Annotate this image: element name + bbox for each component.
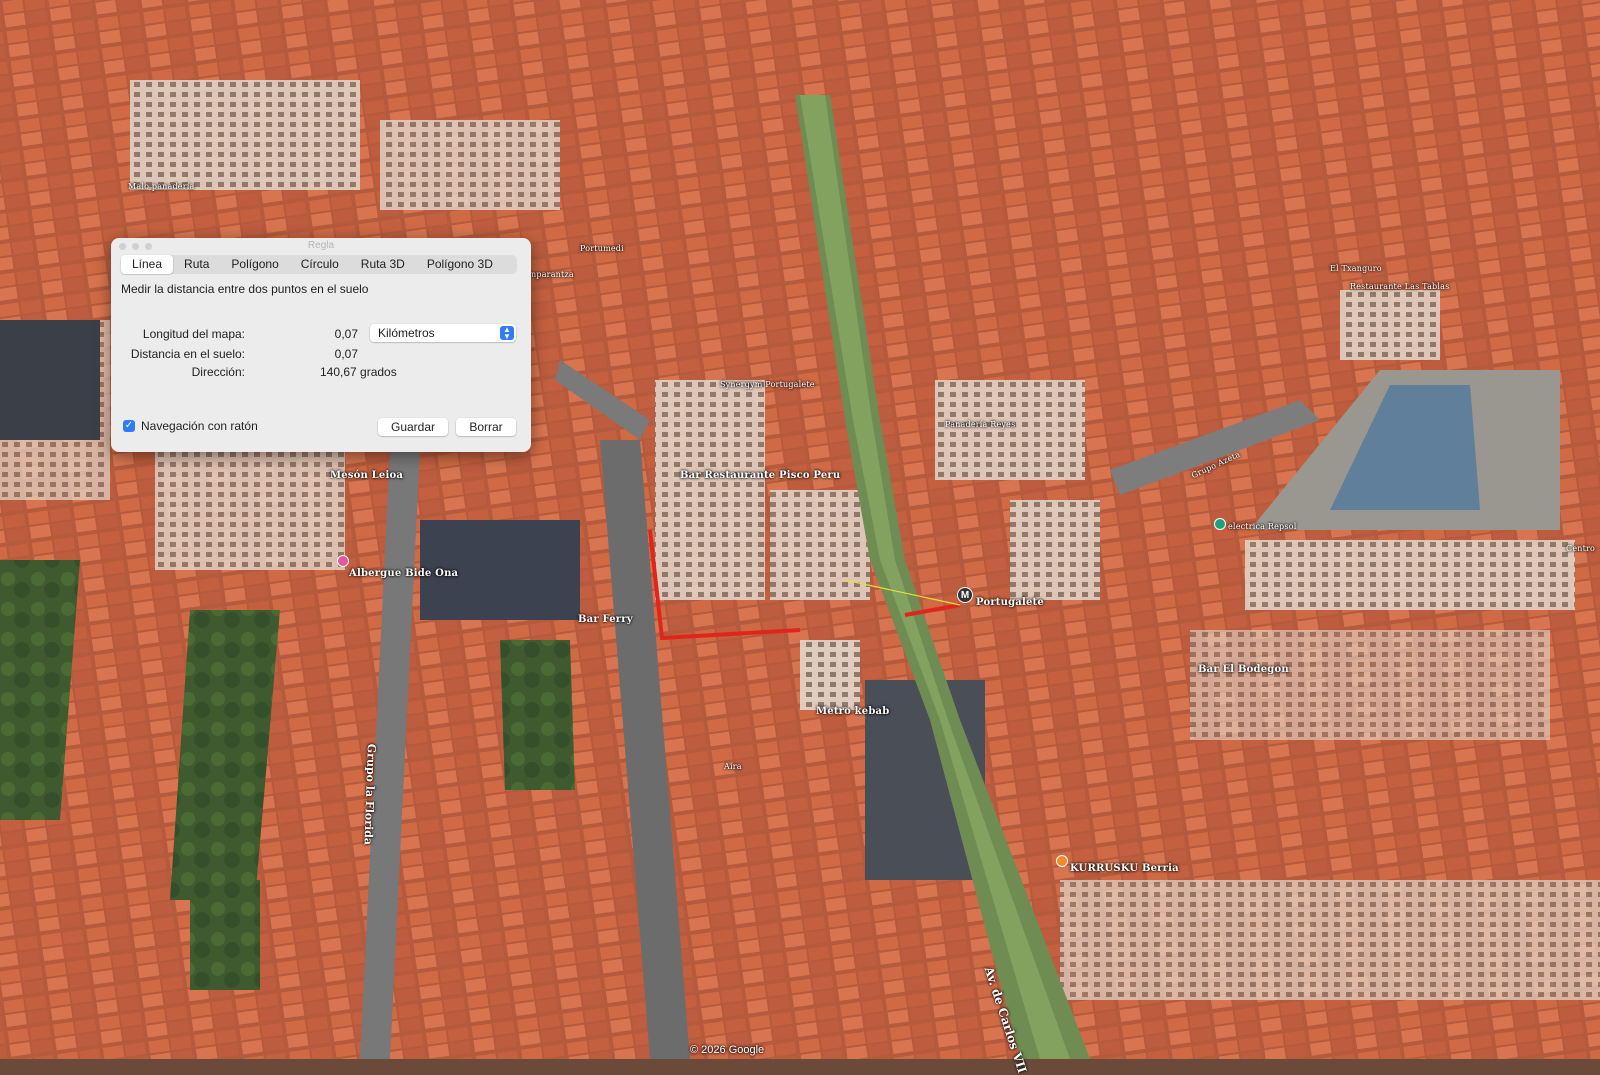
place-label-bodegon[interactable]: Bar El Bodegon xyxy=(1198,664,1289,675)
place-label-malo-panaderia[interactable]: Malo panadería xyxy=(128,182,195,191)
place-label-portugalete[interactable]: Portugalete xyxy=(976,597,1044,608)
save-button[interactable]: Guardar xyxy=(378,418,448,436)
heading-value: 140,67 grados xyxy=(320,365,397,379)
place-label-portumedi[interactable]: Portumedi xyxy=(580,244,624,253)
place-label-centro[interactable]: Centro xyxy=(1566,544,1595,553)
mouse-navigation-label: Navegación con ratón xyxy=(141,419,258,433)
place-label-meson-leioa[interactable]: Mesón Leioa xyxy=(330,470,403,481)
place-label-bar-ferry[interactable]: Bar Ferry xyxy=(578,614,633,625)
title-bar[interactable]: Regla xyxy=(111,238,531,255)
place-label-metro-kebab[interactable]: Metro kebab xyxy=(816,706,889,717)
tab-ruta-3d[interactable]: Ruta 3D xyxy=(350,255,416,274)
tab-ruta[interactable]: Ruta xyxy=(173,255,220,274)
ruler-window: Regla Línea Ruta Polígono Círculo Ruta 3… xyxy=(111,238,531,452)
tab-poligono[interactable]: Polígono xyxy=(220,255,289,274)
mouse-navigation-toggle[interactable]: ✓ Navegación con ratón xyxy=(123,419,258,433)
place-label-synergym[interactable]: Synergym Portugalete xyxy=(720,380,815,389)
place-label-repsol[interactable]: electrica Repsol xyxy=(1228,522,1296,531)
map-length-value: 0,07 xyxy=(334,327,358,341)
gas-station-pin-icon[interactable] xyxy=(1214,518,1226,530)
map-copyright: © 2026 Google xyxy=(690,1044,765,1056)
chevron-up-down-icon: ▲ ▼ xyxy=(500,326,514,341)
clear-button[interactable]: Borrar xyxy=(456,418,516,436)
metro-station-icon[interactable]: M xyxy=(957,587,973,603)
measure-description: Medir la distancia entre dos puntos en e… xyxy=(121,282,369,296)
checkmark-icon[interactable]: ✓ xyxy=(123,420,135,432)
measure-mode-tabs: Línea Ruta Polígono Círculo Ruta 3D Polí… xyxy=(121,255,517,274)
window-title: Regla xyxy=(307,240,335,251)
food-pin-icon[interactable] xyxy=(1056,855,1068,867)
place-label-aira[interactable]: Aira xyxy=(724,762,742,771)
place-label-albergue[interactable]: Albergue Bide Ona xyxy=(349,568,458,579)
map-length-label: Longitud del mapa: xyxy=(142,327,245,341)
place-label-kurrusku[interactable]: KURRUSKU Berria xyxy=(1070,863,1179,874)
tab-circulo[interactable]: Círculo xyxy=(290,255,350,274)
aerial-imagery[interactable] xyxy=(0,0,1600,1059)
tab-poligono-3d[interactable]: Polígono 3D xyxy=(416,255,504,274)
ground-distance-value: 0,07 xyxy=(334,347,358,361)
place-label-las-tablas[interactable]: Restaurante Las Tablas xyxy=(1350,282,1449,291)
place-label-enparantza[interactable]: Enparantza xyxy=(525,270,574,279)
tab-linea[interactable]: Línea xyxy=(121,255,174,274)
lodging-pin-icon[interactable] xyxy=(337,555,349,567)
unit-select-value: Kilómetros xyxy=(378,326,435,340)
unit-select[interactable]: Kilómetros ▲ ▼ xyxy=(370,324,516,342)
map-view[interactable] xyxy=(0,0,1600,1059)
place-label-panaderia[interactable]: Panadería Reyes xyxy=(945,420,1015,429)
ground-distance-label: Distancia en el suelo: xyxy=(130,347,245,361)
place-label-pisco-peru[interactable]: Bar Restaurante Pisco Peru xyxy=(680,470,840,481)
heading-label: Dirección: xyxy=(191,365,245,379)
place-label-el-txanguro[interactable]: El Txanguro xyxy=(1330,264,1382,273)
